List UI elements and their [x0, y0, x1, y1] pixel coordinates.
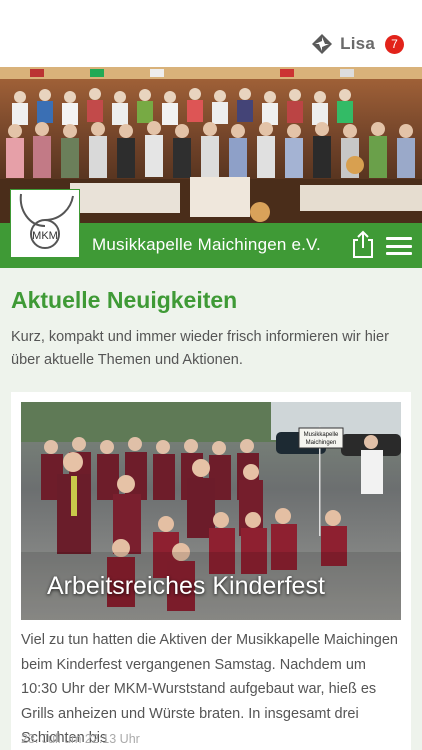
news-card-title[interactable]: Arbeitsreiches Kinderfest [47, 572, 325, 601]
user-account[interactable]: Lisa 7 [312, 33, 404, 55]
site-title[interactable]: Musikkapelle Maichingen e.V. [92, 235, 321, 255]
news-card-image[interactable]: Musikkapelle Maichingen Arbeitsreiches K… [21, 402, 401, 620]
hamburger-menu-icon[interactable] [386, 237, 412, 255]
horn-logo-icon: MKM [19, 193, 74, 249]
news-card-date: 23. Juli um 22:13 Uhr [21, 732, 140, 746]
user-name: Lisa [340, 34, 375, 53]
notification-badge[interactable]: 7 [385, 34, 404, 54]
brand-logo[interactable]: MKM [10, 189, 80, 258]
sign-text-line-2: Maichingen [306, 440, 337, 446]
app-logo-icon [312, 34, 333, 54]
logo-text: MKM [32, 230, 58, 242]
top-app-bar: Lisa 7 [0, 0, 422, 67]
news-card[interactable]: Musikkapelle Maichingen Arbeitsreiches K… [11, 392, 411, 750]
sign-text-line-1: Musikkapelle [304, 432, 339, 438]
intro-text: Kurz, kompakt und immer wieder frisch in… [11, 329, 389, 368]
page-title: Aktuelle Neuigkeiten [11, 287, 238, 313]
share-icon[interactable] [350, 229, 376, 259]
